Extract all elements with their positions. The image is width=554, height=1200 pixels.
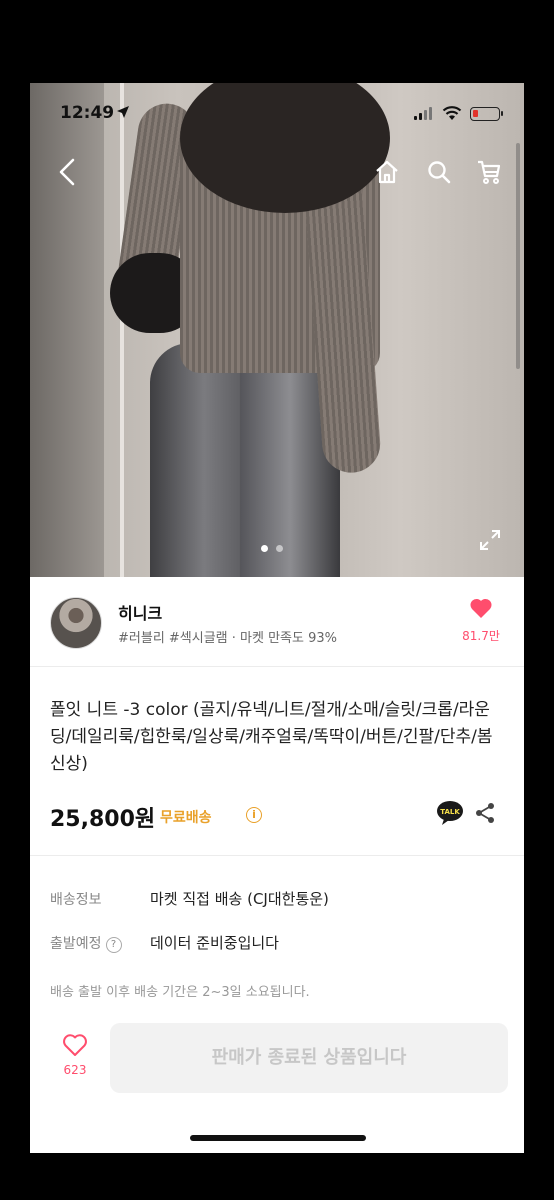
departure-value: 데이터 준비중입니다 xyxy=(150,934,279,952)
seller-favorite-button[interactable]: 81.7만 xyxy=(460,597,502,644)
talk-label: TALK xyxy=(440,808,460,816)
kakaotalk-share-icon[interactable]: TALK xyxy=(436,800,464,826)
back-button[interactable] xyxy=(50,155,84,189)
home-indicator[interactable] xyxy=(190,1135,366,1141)
phone-screen: 12:49 히니크 #러블리 #섹시글램 · 마켓 만족도 93% 81.7만 … xyxy=(30,83,524,1153)
search-button[interactable] xyxy=(422,155,456,189)
seller-name[interactable]: 히니크 xyxy=(118,600,162,624)
cart-icon xyxy=(478,160,501,184)
wifi-icon xyxy=(442,106,462,120)
home-icon xyxy=(376,160,398,184)
heart-outline-icon xyxy=(63,1034,87,1056)
gallery-pagination xyxy=(261,545,283,552)
product-like-button[interactable]: 623 xyxy=(50,1033,100,1077)
departure-label-wrap: 출발예정? xyxy=(50,933,122,953)
seller-avatar[interactable] xyxy=(50,597,102,649)
price-row: 25,800원 무료배송 i TALK xyxy=(50,799,505,833)
seller-row[interactable]: 히니크 #러블리 #섹시글램 · 마켓 만족도 93% 81.7만 xyxy=(30,577,524,667)
divider xyxy=(30,855,524,856)
chevron-left-icon xyxy=(59,158,75,186)
status-bar: 12:49 xyxy=(30,83,524,145)
home-button[interactable] xyxy=(370,155,404,189)
heart-filled-icon xyxy=(470,598,492,618)
scrollbar[interactable] xyxy=(516,143,520,369)
question-icon[interactable]: ? xyxy=(105,937,122,953)
photo-background-edge xyxy=(120,83,124,577)
shipping-info-value: 마켓 직접 배송 (CJ대한통운) xyxy=(150,890,329,908)
gallery-dot[interactable] xyxy=(276,545,283,552)
status-time: 12:49 xyxy=(60,103,115,123)
share-icon[interactable] xyxy=(474,802,496,824)
seller-like-count: 81.7만 xyxy=(462,629,500,643)
search-icon xyxy=(428,161,451,184)
battery-icon xyxy=(470,107,503,121)
product-title: 폴잇 니트 -3 color (골지/유넥/니트/절개/소매/슬릿/크롭/라운딩… xyxy=(50,700,493,774)
departure-label: 출발예정 xyxy=(50,936,102,952)
product-like-count: 623 xyxy=(63,1063,87,1077)
cart-button[interactable] xyxy=(472,155,506,189)
gallery-dot-active[interactable] xyxy=(261,545,268,552)
soldout-button[interactable]: 판매가 종료된 상품입니다 xyxy=(110,1023,508,1093)
info-icon[interactable]: i xyxy=(246,807,262,823)
location-arrow-icon xyxy=(117,106,129,118)
shipping-info-label: 배송정보 xyxy=(50,892,102,908)
product-price: 25,800원 xyxy=(50,807,156,832)
expand-icon[interactable] xyxy=(478,528,502,552)
shipping-note: 배송 출발 이후 배송 기간은 2~3일 소요됩니다. xyxy=(50,985,310,1000)
free-shipping-badge: 무료배송 xyxy=(160,810,212,826)
seller-tags: #러블리 #섹시글램 · 마켓 만족도 93% xyxy=(118,631,337,646)
cellular-signal-icon xyxy=(414,107,432,120)
